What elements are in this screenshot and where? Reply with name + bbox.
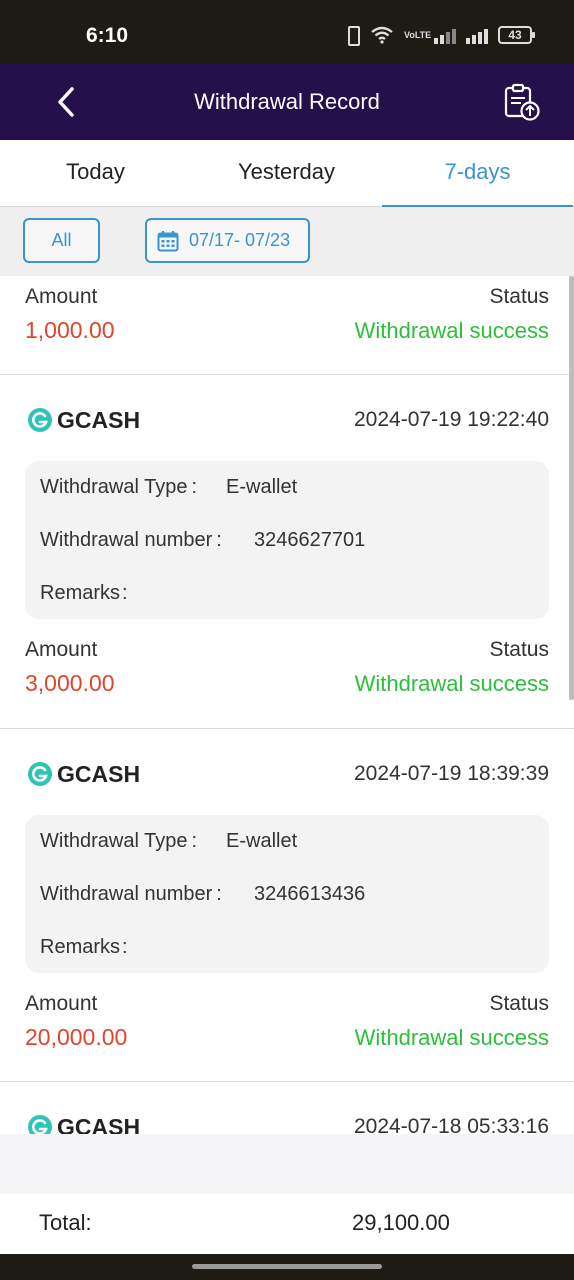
home-indicator[interactable] <box>192 1264 382 1269</box>
withdrawal-number-value: 3246627701 <box>254 529 366 551</box>
signal-icon-1 <box>434 26 456 44</box>
status-label: Status <box>489 285 549 308</box>
amount-value: 20,000.00 <box>25 1024 128 1050</box>
status-label: Status <box>489 638 549 661</box>
provider-name: GCASH <box>57 407 141 433</box>
remarks-label: Remarks <box>40 936 121 958</box>
gcash-logo-icon <box>28 762 52 786</box>
status-value: Withdrawal success <box>354 671 549 696</box>
filter-all-button[interactable]: All <box>23 218 100 263</box>
withdrawal-type-label: Withdrawal Type <box>40 476 188 498</box>
amount-label: Amount <box>25 638 98 661</box>
status-value: Withdrawal success <box>354 318 549 343</box>
amount-label: Amount <box>25 285 98 308</box>
gcash-logo-icon <box>28 408 52 432</box>
status-bar: 6:10 VoLTE 43 <box>0 0 574 64</box>
withdrawal-type-row: Withdrawal Type: E-wallet <box>40 476 298 498</box>
page-title: Withdrawal Record <box>194 89 380 114</box>
record-header: GCASH 2024-07-18 05:33:16 <box>25 1112 549 1134</box>
record-datetime: 2024-07-19 18:39:39 <box>354 762 549 785</box>
record-list[interactable]: Amount Status 1,000.00 Withdrawal succes… <box>0 276 574 1134</box>
provider-name: GCASH <box>57 761 141 787</box>
date-range-label: 07/17- 07/23 <box>189 230 291 250</box>
remarks-row: Remarks: <box>40 936 128 958</box>
record-detail-box: Withdrawal Type: E-wallet Withdrawal num… <box>25 461 549 619</box>
status-icons: VoLTE 43 <box>344 24 535 46</box>
withdrawal-type-row: Withdrawal Type: E-wallet <box>40 830 298 852</box>
total-bar: Total: 29,100.00 <box>0 1194 574 1254</box>
record-header: GCASH 2024-07-19 18:39:39 <box>25 759 549 789</box>
filter-bar: All 07/17- 07/23 <box>0 207 574 276</box>
period-tabs: Today Yesterday 7-days <box>0 140 574 208</box>
tab-7-days[interactable]: 7-days <box>382 140 573 208</box>
provider-name: GCASH <box>57 1114 141 1134</box>
record-detail-box: Withdrawal Type: E-wallet Withdrawal num… <box>25 815 549 973</box>
clipboard-upload-icon[interactable] <box>502 82 542 122</box>
amount-label: Amount <box>25 992 98 1015</box>
record-header: GCASH 2024-07-19 19:22:40 <box>25 405 549 435</box>
record-datetime: 2024-07-19 19:22:40 <box>354 408 549 431</box>
footer-spacer <box>0 1134 574 1194</box>
vibrate-icon <box>344 24 360 46</box>
amount-value: 1,000.00 <box>25 317 115 343</box>
tab-yesterday[interactable]: Yesterday <box>191 140 382 207</box>
record-datetime: 2024-07-18 05:33:16 <box>354 1115 549 1134</box>
record-card[interactable]: GCASH 2024-07-19 19:22:40 Withdrawal Typ… <box>0 375 574 729</box>
total-label: Total: <box>39 1210 92 1235</box>
wifi-icon <box>371 26 393 44</box>
signal-icon-2 <box>466 26 488 44</box>
battery-icon: 43 <box>498 26 535 44</box>
withdrawal-number-value: 3246613436 <box>254 883 366 905</box>
withdrawal-type-value: E-wallet <box>226 476 298 498</box>
withdrawal-number-row: Withdrawal number: 3246613436 <box>40 883 366 905</box>
record-card[interactable]: Amount Status 1,000.00 Withdrawal succes… <box>0 276 574 375</box>
withdrawal-number-label: Withdrawal number <box>40 529 213 551</box>
withdrawal-type-label: Withdrawal Type <box>40 830 188 852</box>
remarks-row: Remarks: <box>40 582 128 604</box>
app-header: Withdrawal Record <box>0 64 574 140</box>
status-time: 6:10 <box>86 24 129 47</box>
total-value: 29,100.00 <box>352 1210 450 1235</box>
withdrawal-type-value: E-wallet <box>226 830 298 852</box>
record-card[interactable]: GCASH 2024-07-19 18:39:39 Withdrawal Typ… <box>0 729 574 1082</box>
list-scrollbar[interactable] <box>569 276 574 700</box>
system-nav-bar <box>0 1254 574 1280</box>
gcash-logo-icon <box>28 1115 52 1134</box>
tab-today[interactable]: Today <box>0 140 191 207</box>
date-range-button[interactable]: 07/17- 07/23 <box>145 218 310 263</box>
status-label: Status <box>489 992 549 1015</box>
withdrawal-number-row: Withdrawal number: 3246627701 <box>40 529 366 551</box>
calendar-icon <box>157 231 179 252</box>
status-value: Withdrawal success <box>354 1025 549 1050</box>
amount-value: 3,000.00 <box>25 670 115 696</box>
remarks-label: Remarks <box>40 582 121 604</box>
withdrawal-number-label: Withdrawal number <box>40 883 213 905</box>
volte-icon: VoLTE <box>404 29 432 40</box>
record-card[interactable]: GCASH 2024-07-18 05:33:16 <box>0 1082 574 1134</box>
